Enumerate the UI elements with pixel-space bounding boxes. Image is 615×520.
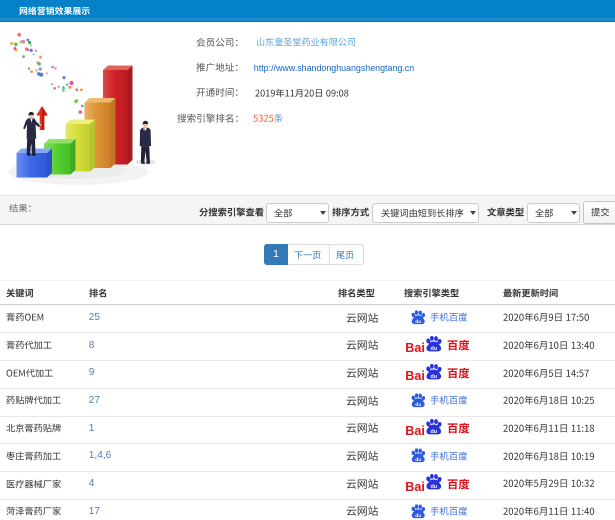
svg-text:du: du: [415, 513, 421, 519]
svg-text:du: du: [415, 457, 421, 463]
svg-text:du: du: [430, 374, 437, 380]
svg-text:du: du: [430, 485, 437, 491]
svg-text:du: du: [430, 346, 437, 352]
svg-text:du: du: [430, 429, 437, 435]
svg-text:du: du: [415, 319, 421, 325]
svg-text:du: du: [415, 402, 421, 408]
